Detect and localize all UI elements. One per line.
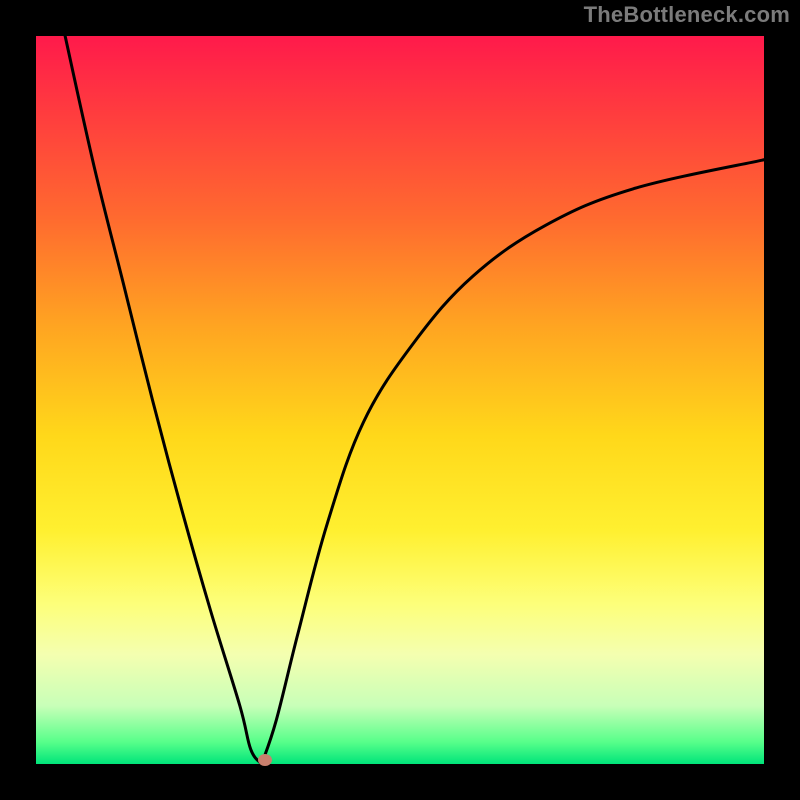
optimum-marker — [258, 754, 272, 766]
chart-frame: TheBottleneck.com — [0, 0, 800, 800]
watermark-text: TheBottleneck.com — [584, 2, 790, 28]
curve-path — [65, 36, 764, 764]
bottleneck-curve — [36, 36, 764, 764]
plot-area — [36, 36, 764, 764]
